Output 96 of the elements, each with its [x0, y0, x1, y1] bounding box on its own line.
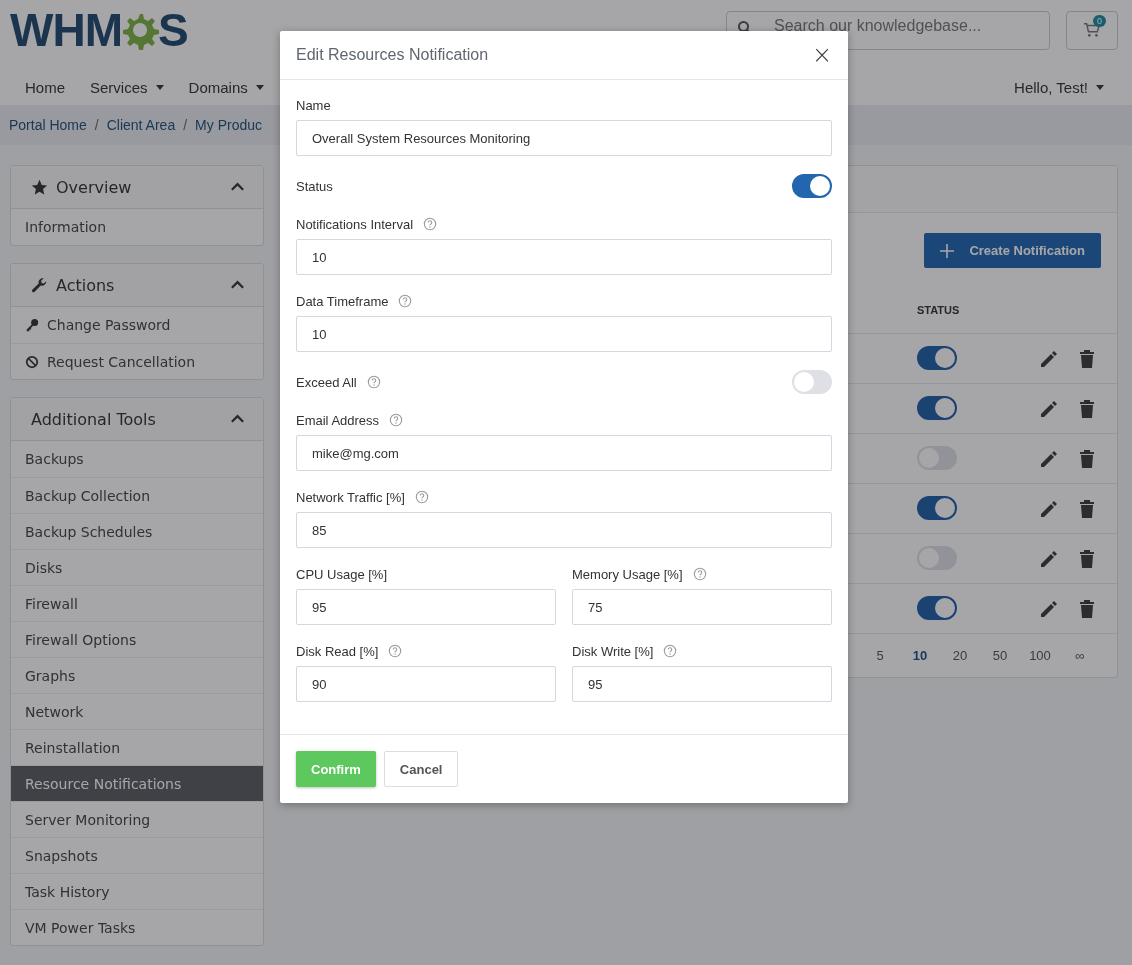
cancel-button[interactable]: Cancel: [383, 751, 459, 787]
field-label: Data Timeframe: [296, 293, 389, 309]
panel-title: Actions: [56, 275, 116, 295]
trash-icon[interactable]: [1077, 398, 1097, 419]
text-field[interactable]: 95: [296, 589, 556, 625]
chevron-up-icon[interactable]: [230, 280, 245, 290]
ban-icon: [25, 354, 39, 369]
text-field[interactable]: 75: [572, 589, 832, 625]
field-label: Notifications Interval: [296, 216, 414, 232]
sidebar-item[interactable]: Firewall: [11, 585, 263, 621]
sidebar-item[interactable]: Backup Schedules: [11, 513, 263, 549]
logo-text: WHM: [10, 3, 122, 57]
toggle-switch[interactable]: [792, 174, 832, 198]
help-icon[interactable]: [388, 644, 403, 658]
sidebar-item[interactable]: Graphs: [11, 657, 263, 693]
breadcrumb-separator: /: [94, 117, 99, 133]
trash-icon[interactable]: [1077, 548, 1097, 569]
edit-icon[interactable]: [1039, 548, 1059, 569]
toggle-switch[interactable]: [917, 595, 957, 620]
edit-icon[interactable]: [1039, 598, 1059, 619]
breadcrumb-link[interactable]: Portal Home: [9, 117, 87, 133]
sidebar-item[interactable]: Request Cancellation: [11, 343, 263, 379]
page-size-link[interactable]: ∞: [1060, 648, 1100, 663]
logo-text: S: [157, 3, 188, 57]
key-icon: [25, 318, 39, 332]
nav-link[interactable]: Home: [25, 79, 65, 96]
user-menu[interactable]: Hello, Test!: [1014, 79, 1104, 96]
text-field[interactable]: 10: [296, 239, 832, 275]
sidebar-item[interactable]: VM Power Tasks: [11, 909, 263, 945]
chevron-up-icon[interactable]: [230, 414, 245, 424]
modal-title: Edit Resources Notification: [296, 46, 489, 64]
field-label: Name: [296, 97, 331, 113]
sidebar-item[interactable]: Resource Notifications: [11, 765, 263, 801]
text-field[interactable]: 95: [572, 666, 832, 702]
page-size-link[interactable]: 50: [980, 648, 1020, 663]
field-label: Exceed All: [296, 374, 357, 390]
trash-icon[interactable]: [1077, 348, 1097, 369]
toggle-switch[interactable]: [917, 395, 957, 420]
help-icon[interactable]: [398, 294, 413, 308]
breadcrumb-link[interactable]: My Produc: [195, 117, 262, 133]
chevron-up-icon[interactable]: [230, 182, 245, 192]
sidebar-item[interactable]: Information: [11, 209, 263, 245]
sidebar-item[interactable]: Firewall Options: [11, 621, 263, 657]
breadcrumb-link[interactable]: Client Area: [106, 117, 176, 133]
sidebar-item[interactable]: Backup Collection: [11, 477, 263, 513]
page-size-link[interactable]: 10: [900, 648, 940, 663]
text-field[interactable]: 90: [296, 666, 556, 702]
plus-icon: [940, 243, 955, 258]
page-size-link[interactable]: 20: [940, 648, 980, 663]
nav-link[interactable]: Domains: [188, 79, 264, 96]
help-icon[interactable]: [692, 567, 707, 581]
text-field[interactable]: mike@mg.com: [296, 435, 832, 471]
create-button[interactable]: Create Notification: [924, 233, 1101, 268]
field-label: Disk Read [%]: [296, 643, 379, 659]
sidebar-item[interactable]: Network: [11, 693, 263, 729]
cart-count: 0: [1093, 14, 1106, 27]
field-label: CPU Usage [%]: [296, 566, 388, 582]
wrench-icon: [31, 276, 48, 294]
page-size-link[interactable]: 100: [1020, 648, 1060, 663]
sidebar-item[interactable]: Backups: [11, 441, 263, 477]
panel-title: Overview: [56, 177, 133, 197]
toggle-switch[interactable]: [917, 345, 957, 370]
text-field[interactable]: 10: [296, 316, 832, 352]
toggle-switch[interactable]: [917, 495, 957, 520]
help-icon[interactable]: [663, 644, 678, 658]
star-icon: [31, 178, 48, 196]
field-label: Disk Write [%]: [572, 643, 654, 659]
cart-button[interactable]: 0: [1066, 10, 1118, 50]
column-header: STATUS: [917, 303, 961, 316]
field-label: Status: [296, 178, 333, 194]
field-label: Memory Usage [%]: [572, 566, 683, 582]
panel-title: Additional Tools: [31, 409, 157, 429]
page-size-link[interactable]: 5: [860, 648, 900, 663]
edit-icon[interactable]: [1039, 398, 1059, 419]
help-icon[interactable]: [366, 375, 381, 389]
edit-icon[interactable]: [1039, 448, 1059, 469]
edit-icon[interactable]: [1039, 348, 1059, 369]
help-icon[interactable]: [389, 413, 404, 427]
cart-icon: [1083, 22, 1101, 38]
sidebar-item[interactable]: Disks: [11, 549, 263, 585]
trash-icon[interactable]: [1077, 448, 1097, 469]
edit-icon[interactable]: [1039, 498, 1059, 519]
sidebar-item[interactable]: Change Password: [11, 307, 263, 343]
text-field[interactable]: Overall System Resources Monitoring: [296, 120, 832, 156]
trash-icon[interactable]: [1077, 498, 1097, 519]
sidebar-item[interactable]: Snapshots: [11, 837, 263, 873]
help-icon[interactable]: [414, 490, 429, 504]
trash-icon[interactable]: [1077, 598, 1097, 619]
field-label: Email Address: [296, 412, 380, 428]
breadcrumb-separator: /: [183, 117, 188, 133]
help-icon[interactable]: [423, 217, 438, 231]
sidebar-item[interactable]: Server Monitoring: [11, 801, 263, 837]
nav-link[interactable]: Services: [90, 79, 164, 96]
field-label: Network Traffic [%]: [296, 489, 405, 505]
sidebar-item[interactable]: Task History: [11, 873, 263, 909]
text-field[interactable]: 85: [296, 512, 832, 548]
